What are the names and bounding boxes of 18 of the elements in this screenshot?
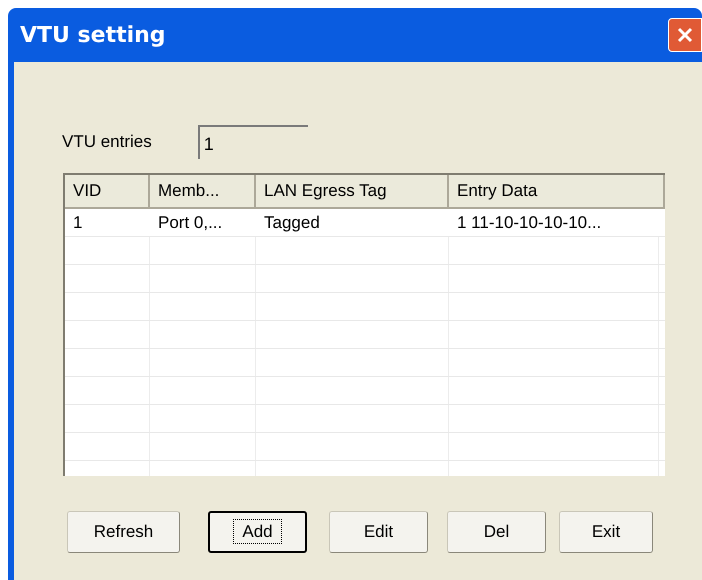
table-cell-text: 1 [72, 212, 84, 234]
field-label: VTU entries [62, 131, 152, 154]
close-icon [676, 26, 694, 44]
column-header[interactable]: Memb... [150, 175, 256, 209]
dialog-button[interactable]: Exit [559, 511, 653, 553]
column-header[interactable]: LAN Egress Tag [256, 175, 449, 209]
dialog-button[interactable]: Edit [329, 511, 428, 553]
column-header[interactable]: Entry Data [449, 175, 665, 209]
table-cell-text: 1 11-10-10-10-10... [456, 212, 602, 234]
table-cell-text: Tagged [263, 212, 321, 234]
column-header[interactable]: VID [65, 175, 150, 209]
table-cell-text: Port 0,... [157, 212, 224, 234]
dialog-button[interactable]: Del [447, 511, 546, 553]
window-title: VTU setting [20, 22, 166, 50]
entries-field[interactable]: 1 [198, 125, 308, 159]
dialog-button[interactable]: Add [208, 511, 307, 553]
dialog-button[interactable]: Refresh [67, 511, 180, 553]
close-button[interactable] [668, 18, 702, 52]
